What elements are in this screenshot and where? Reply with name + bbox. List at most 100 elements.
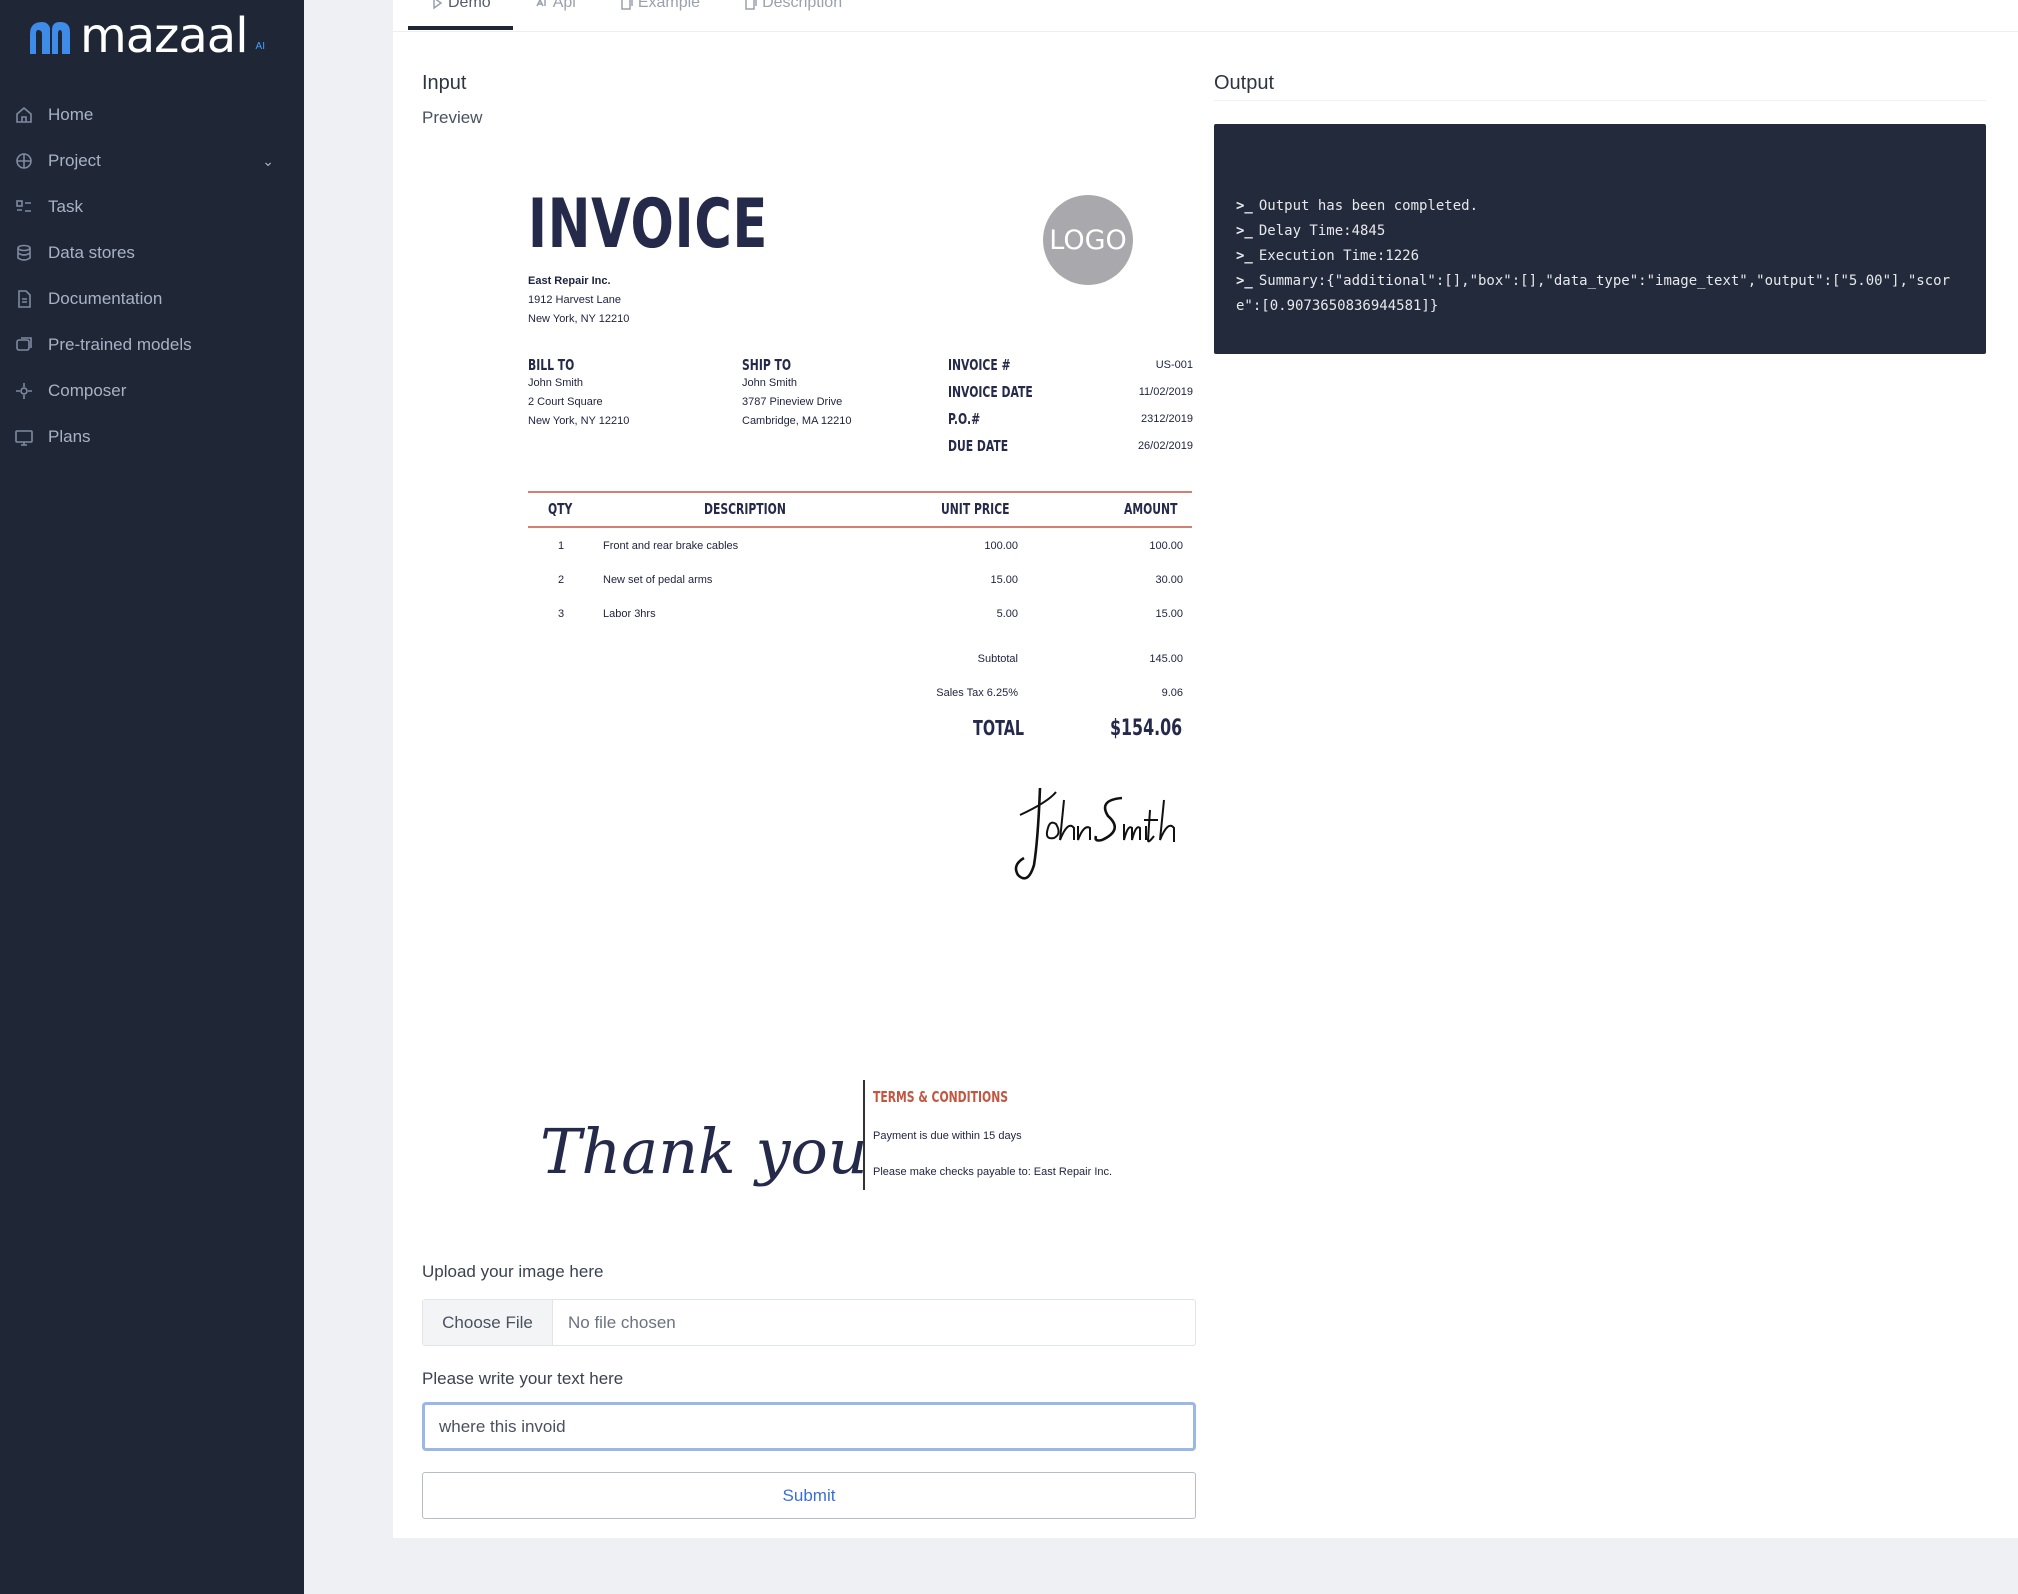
- sidebar-nav: Home Project ⌄ Task Data stores Document…: [0, 92, 304, 460]
- column-header: AMOUNT: [1124, 500, 1178, 518]
- tab-demo[interactable]: Demo: [408, 0, 513, 30]
- bill-to-heading: BILL TO: [528, 356, 575, 374]
- subtotal-label: Subtotal: [977, 653, 1018, 665]
- upload-label: Upload your image here: [422, 1262, 604, 1281]
- sidebar-item-label: Project: [48, 151, 101, 170]
- invoice-meta-value: 26/02/2019: [1137, 440, 1193, 452]
- handwritten-signature: [1014, 787, 1175, 880]
- console-line: >_ Summary:{"additional":[],"box":[],"dat…: [1236, 269, 1966, 319]
- database-icon: [17, 244, 31, 261]
- tax-row: Sales Tax 6.25% 9.06: [828, 684, 1183, 714]
- sidebar-item-pretrained-models[interactable]: Pre-trained models: [0, 322, 304, 368]
- invoice-meta-value: 11/02/2019: [1138, 386, 1193, 398]
- invoice-meta-row: INVOICE DATE 11/02/2019: [948, 383, 1193, 410]
- copy-icon: [745, 0, 757, 10]
- sidebar-item-label: Documentation: [48, 289, 163, 308]
- subtotal-row: Subtotal 145.00: [828, 650, 1183, 680]
- output-divider: [1214, 100, 1986, 101]
- console-line: >_ Delay Time:4845: [1236, 219, 1966, 244]
- output-console: >_ Output has been completed. >_ Delay Tim…: [1214, 124, 1986, 354]
- table-row: 2 New set of pedal arms 15.00 30.00: [528, 571, 1192, 605]
- bill-to-line: 2 Court Square: [528, 396, 603, 408]
- document-icon: [18, 290, 31, 308]
- api-icon: [536, 0, 546, 7]
- tax-label: Sales Tax 6.25%: [936, 687, 1018, 699]
- console-text: Delay Time:4845: [1258, 223, 1386, 239]
- row-description: Labor 3hrs: [603, 608, 656, 620]
- invoice-meta-row: P.O.# 2312/2019: [948, 410, 1193, 437]
- terms-line: Please make checks payable to: East Repa…: [873, 1166, 1113, 1178]
- row-description: New set of pedal arms: [603, 574, 713, 586]
- mazaal-logo-icon: [30, 22, 70, 54]
- text-query-input[interactable]: [422, 1402, 1196, 1451]
- prompt-icon: >_: [1236, 248, 1253, 264]
- brand-suffix: AI: [255, 40, 265, 52]
- sidebar-item-label: Composer: [48, 381, 127, 400]
- column-header: DESCRIPTION: [704, 500, 786, 518]
- row-qty: 1: [558, 540, 565, 552]
- console-line: >_ Output has been completed.: [1236, 194, 1966, 219]
- sidebar-item-project[interactable]: Project ⌄: [0, 138, 304, 184]
- prompt-icon: >_: [1236, 198, 1253, 214]
- sidebar-item-label: Data stores: [48, 243, 135, 262]
- invoice-ship-to: SHIP TO John Smith 3787 Pineview Drive C…: [742, 356, 851, 431]
- invoice-bill-to: BILL TO John Smith 2 Court Square New Yo…: [528, 356, 629, 431]
- invoice-from-line: East Repair Inc.: [528, 275, 611, 287]
- sidebar-item-task[interactable]: Task: [0, 184, 304, 230]
- ship-to-line: 3787 Pineview Drive: [742, 396, 843, 408]
- row-description: Front and rear brake cables: [603, 540, 739, 552]
- brand-name: mazaal: [80, 8, 249, 64]
- sidebar-item-label: Task: [48, 197, 83, 216]
- invoice-title: INVOICE: [528, 185, 769, 264]
- invoice-table-header: QTY DESCRIPTION UNIT PRICE AMOUNT: [528, 500, 1192, 524]
- terms-divider: [863, 1080, 865, 1190]
- chevron-down-icon[interactable]: ⌄: [262, 153, 274, 170]
- tab-label: Example: [637, 0, 701, 11]
- sidebar-item-label: Pre-trained models: [48, 335, 192, 354]
- sidebar-item-plans[interactable]: Plans: [0, 414, 304, 460]
- sidebar-item-documentation[interactable]: Documentation: [0, 276, 304, 322]
- input-title: Input: [422, 72, 467, 94]
- invoice-logo: LOGO: [1043, 195, 1133, 285]
- sidebar: mazaal AI Home Project ⌄ Task Data store…: [0, 0, 304, 1594]
- total-row: TOTAL $154.06: [828, 716, 1183, 746]
- ship-to-line: John Smith: [742, 377, 798, 389]
- row-unit-price: 5.00: [996, 608, 1018, 620]
- table-row: 3 Labor 3hrs 5.00 15.00: [528, 605, 1192, 639]
- sidebar-item-composer[interactable]: Composer: [0, 368, 304, 414]
- thank-you-text: Thank you: [540, 1115, 868, 1188]
- invoice-meta-row: DUE DATE 26/02/2019: [948, 437, 1193, 464]
- choose-file-button[interactable]: Choose File: [423, 1300, 553, 1345]
- preview-label: Preview: [422, 108, 483, 127]
- invoice-meta-value: 2312/2019: [1141, 413, 1193, 425]
- submit-button[interactable]: Submit: [422, 1472, 1196, 1519]
- invoice-from-address: East Repair Inc. 1912 Harvest Lane New Y…: [528, 272, 629, 329]
- tab-description[interactable]: Description: [722, 0, 864, 24]
- sidebar-item-home[interactable]: Home: [0, 92, 304, 138]
- tab-label: Api: [552, 0, 576, 11]
- console-text: Execution Time:1226: [1258, 248, 1420, 264]
- tab-api[interactable]: Api: [513, 0, 598, 24]
- file-upload-input[interactable]: Choose File No file chosen: [422, 1299, 1196, 1346]
- invoice-meta: INVOICE # US-001 INVOICE DATE 11/02/2019…: [948, 356, 1193, 464]
- project-icon: [16, 153, 32, 169]
- console-text: Summary:{"additional":[],"box":[],"data_…: [1236, 273, 1951, 314]
- copy-icon: [621, 0, 633, 10]
- bill-to-line: John Smith: [528, 377, 584, 389]
- total-label: TOTAL: [973, 716, 1025, 740]
- brand-logo[interactable]: mazaal AI: [28, 8, 265, 64]
- bill-to-line: New York, NY 12210: [528, 415, 630, 427]
- tab-example[interactable]: Example: [598, 0, 722, 24]
- row-qty: 3: [558, 608, 565, 620]
- subtotal-value: 145.00: [1149, 653, 1183, 665]
- main-panel: Demo Api Example Description Input Previ…: [393, 0, 2018, 1538]
- models-icon: [16, 337, 32, 351]
- invoice-meta-label: P.O.#: [948, 410, 981, 428]
- sidebar-item-data-stores[interactable]: Data stores: [0, 230, 304, 276]
- table-top-rule: [528, 491, 1192, 493]
- console-text: Output has been completed.: [1258, 198, 1479, 214]
- invoice-meta-row: INVOICE # US-001: [948, 356, 1193, 383]
- task-icon: [16, 200, 31, 212]
- table-header-rule: [528, 526, 1192, 528]
- tax-value: 9.06: [1161, 687, 1183, 699]
